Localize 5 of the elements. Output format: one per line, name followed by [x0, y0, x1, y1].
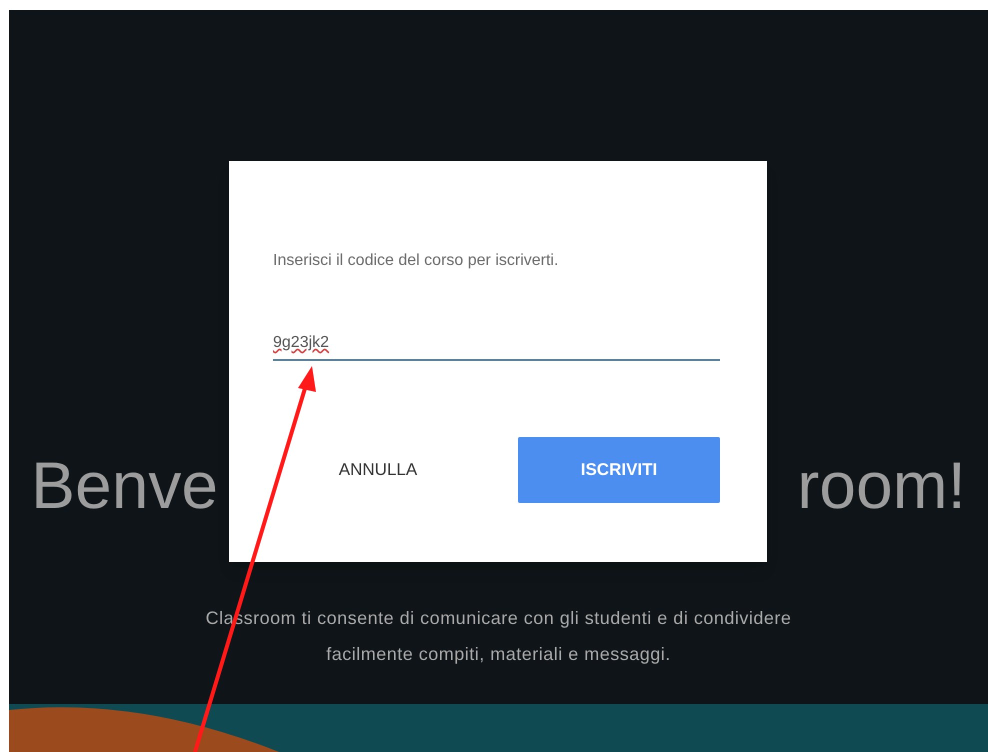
dialog-prompt: Inserisci il codice del corso per iscriverti. [273, 251, 560, 271]
course-code-field[interactable]: 9g23jk2 [273, 331, 720, 361]
cancel-button[interactable]: ANNULLA [303, 437, 453, 503]
welcome-heading: Benve [31, 452, 218, 518]
welcome-heading: room! [797, 452, 966, 518]
